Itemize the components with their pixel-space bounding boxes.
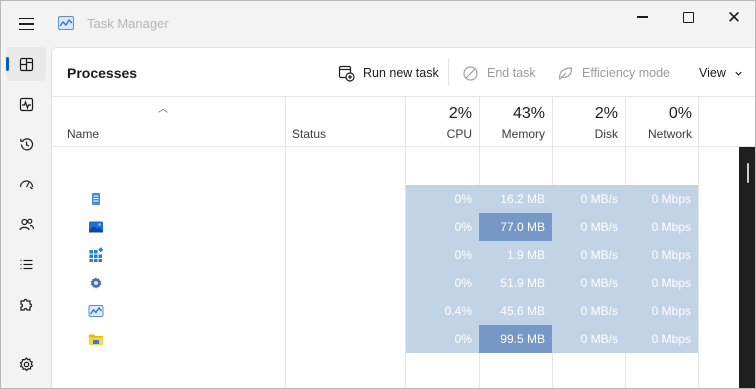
table-row[interactable]: 0% 99.5 MB 0 MB/s 0 Mbps bbox=[52, 325, 755, 353]
run-new-task-label: Run new task bbox=[363, 66, 439, 80]
disk-cell: 0 MB/s bbox=[552, 185, 625, 213]
title-bar: Task Manager ✕ bbox=[1, 1, 755, 47]
network-cell: 0 Mbps bbox=[625, 297, 698, 325]
gear-icon bbox=[19, 356, 33, 371]
cpu-cell: 0% bbox=[406, 185, 479, 213]
memory-cell: 45.6 MB bbox=[479, 297, 552, 325]
hamburger-menu-button[interactable] bbox=[11, 11, 41, 37]
nav-item-services[interactable] bbox=[6, 287, 46, 321]
column-header-status[interactable]: Status bbox=[292, 127, 326, 141]
network-cell: 0 Mbps bbox=[625, 269, 698, 297]
close-button[interactable]: ✕ bbox=[711, 1, 755, 33]
minimize-button[interactable] bbox=[619, 1, 665, 33]
table-row[interactable]: 0% 1.9 MB 0 MB/s 0 Mbps bbox=[52, 241, 755, 269]
nav-item-app-history[interactable] bbox=[6, 127, 46, 161]
nav-item-processes[interactable] bbox=[6, 47, 46, 81]
efficiency-mode-button[interactable]: Efficiency mode bbox=[557, 62, 670, 84]
cpu-cell: 0% bbox=[406, 213, 479, 241]
run-task-icon bbox=[338, 65, 355, 82]
leaf-icon bbox=[558, 66, 573, 80]
cpu-cell: 0% bbox=[406, 241, 479, 269]
efficiency-mode-label: Efficiency mode bbox=[582, 66, 671, 80]
speedometer-icon bbox=[19, 179, 33, 189]
list-icon bbox=[20, 259, 32, 269]
process-list: 0% 16.2 MB 0 MB/s 0 Mbps 0% 77.0 MB 0 MB… bbox=[52, 185, 755, 353]
cpu-cell: 0% bbox=[406, 325, 479, 353]
memory-cell: 16.2 MB bbox=[479, 185, 552, 213]
users-icon bbox=[18, 218, 34, 230]
window-title: Task Manager bbox=[87, 16, 169, 31]
nav-item-users[interactable] bbox=[6, 207, 46, 241]
view-dropdown[interactable]: View bbox=[699, 62, 743, 84]
column-header-disk[interactable]: Disk bbox=[595, 127, 618, 141]
performance-icon bbox=[19, 97, 33, 111]
store-icon bbox=[89, 247, 104, 262]
task-manager-icon bbox=[88, 305, 104, 317]
nav-item-settings[interactable] bbox=[6, 347, 46, 381]
disk-cell: 0 MB/s bbox=[552, 213, 625, 241]
chevron-down-icon bbox=[735, 71, 742, 76]
navigation-pane bbox=[1, 47, 51, 388]
scrollbar-thumb[interactable] bbox=[747, 163, 749, 183]
network-cell: 0 Mbps bbox=[625, 241, 698, 269]
task-manager-window: Task Manager ✕ Processes Run new task En… bbox=[0, 0, 756, 389]
end-task-button[interactable]: End task bbox=[462, 62, 536, 84]
cpu-cell: 0% bbox=[406, 269, 479, 297]
network-cell: 0 Mbps bbox=[625, 325, 698, 353]
notepad-icon bbox=[92, 193, 100, 205]
maximize-button[interactable] bbox=[665, 1, 711, 33]
file-explorer-icon bbox=[89, 334, 103, 345]
command-bar: Processes Run new task End task Efficien… bbox=[52, 48, 755, 97]
disk-cell: 0 MB/s bbox=[552, 297, 625, 325]
column-header-network[interactable]: Network bbox=[648, 127, 692, 141]
processes-icon bbox=[19, 57, 33, 71]
table-row[interactable]: 0% 51.9 MB 0 MB/s 0 Mbps bbox=[52, 269, 755, 297]
disk-cell: 0 MB/s bbox=[552, 325, 625, 353]
network-cell: 0 Mbps bbox=[625, 213, 698, 241]
disk-cell: 0 MB/s bbox=[552, 241, 625, 269]
memory-cell: 51.9 MB bbox=[479, 269, 552, 297]
cpu-cell: 0.4% bbox=[406, 297, 479, 325]
column-header-name[interactable]: Name bbox=[67, 127, 99, 141]
network-cell: 0 Mbps bbox=[625, 185, 698, 213]
sort-ascending-icon: ︿ bbox=[158, 104, 168, 115]
settings-app-icon bbox=[90, 277, 102, 289]
column-header-memory[interactable]: Memory bbox=[502, 127, 545, 141]
nav-item-startup-apps[interactable] bbox=[6, 167, 46, 201]
nav-item-performance[interactable] bbox=[6, 87, 46, 121]
memory-cell: 99.5 MB bbox=[479, 325, 552, 353]
photos-icon bbox=[89, 221, 103, 233]
vertical-scrollbar[interactable] bbox=[739, 147, 755, 388]
end-task-label: End task bbox=[487, 66, 536, 80]
run-new-task-button[interactable]: Run new task bbox=[338, 62, 439, 84]
page-title: Processes bbox=[67, 65, 138, 81]
column-header-cpu[interactable]: CPU bbox=[447, 127, 472, 141]
memory-cell: 1.9 MB bbox=[479, 241, 552, 269]
command-separator bbox=[448, 58, 449, 86]
table-row[interactable]: 0% 77.0 MB 0 MB/s 0 Mbps bbox=[52, 213, 755, 241]
end-task-icon bbox=[463, 65, 478, 81]
memory-total-percent: 43% bbox=[512, 105, 545, 122]
network-total-percent: 0% bbox=[668, 105, 692, 122]
table-row[interactable]: 0.4% 45.6 MB 0 MB/s 0 Mbps bbox=[52, 297, 755, 325]
disk-total-percent: 2% bbox=[594, 105, 618, 122]
memory-cell: 77.0 MB bbox=[479, 213, 552, 241]
puzzle-icon bbox=[19, 298, 32, 311]
processes-panel: Processes Run new task End task Efficien… bbox=[51, 47, 755, 388]
nav-item-details[interactable] bbox=[6, 247, 46, 281]
table-header: ︿ Name Status 2% CPU 43% Memory 2% Disk … bbox=[52, 97, 755, 147]
history-icon bbox=[19, 137, 33, 150]
task-manager-app-icon bbox=[58, 16, 74, 30]
cpu-total-percent: 2% bbox=[448, 105, 472, 122]
disk-cell: 0 MB/s bbox=[552, 269, 625, 297]
table-row[interactable]: 0% 16.2 MB 0 MB/s 0 Mbps bbox=[52, 185, 755, 213]
view-label: View bbox=[699, 66, 726, 80]
